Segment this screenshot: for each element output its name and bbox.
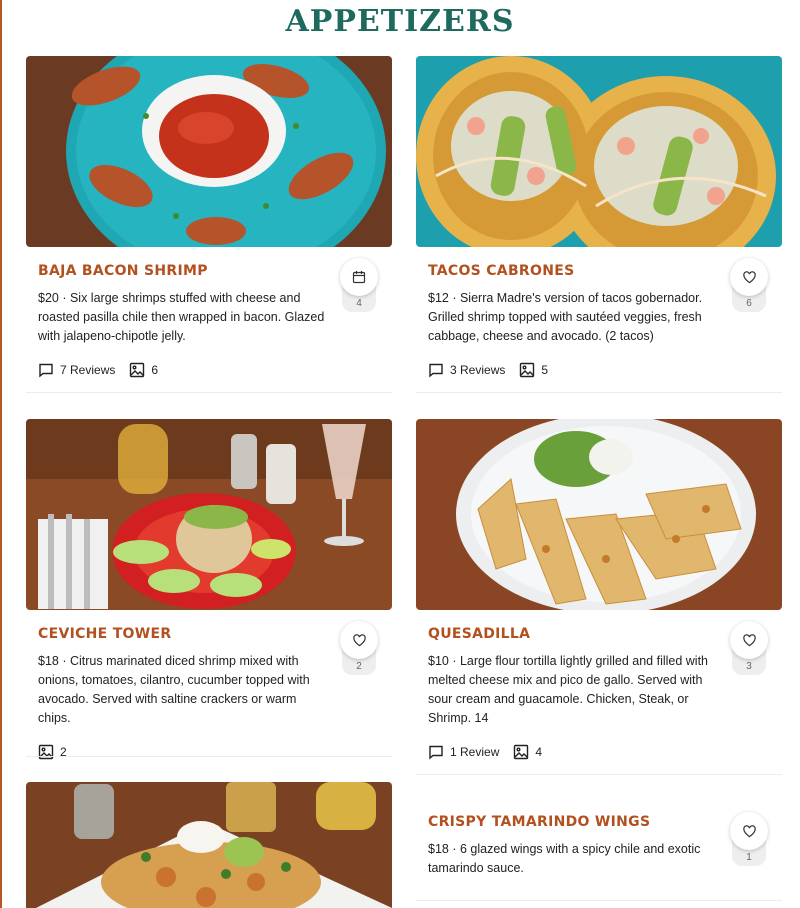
item-name[interactable]: CEVICHE TOWER: [38, 626, 380, 646]
photos-count: 5: [541, 363, 549, 377]
item-meta: 7 Reviews 6: [38, 362, 380, 378]
menu-item-card[interactable]: CEVICHE TOWER $18 · Citrus marinated dic…: [26, 419, 392, 760]
favorite-widget: 6: [730, 258, 768, 316]
image-icon: [514, 744, 529, 760]
reviews-link[interactable]: 1 Review: [428, 744, 499, 760]
photos-link[interactable]: 2: [38, 744, 67, 760]
favorite-widget: 3: [730, 621, 768, 679]
item-photo[interactable]: [26, 782, 392, 908]
item-name[interactable]: TACOS CABRONES: [428, 263, 770, 283]
image-icon: [130, 362, 145, 378]
favorite-widget: 1: [730, 812, 768, 870]
item-photo[interactable]: [416, 419, 782, 610]
favorite-button[interactable]: [730, 258, 768, 296]
photos-link[interactable]: 6: [129, 362, 158, 378]
section-title: APPETIZERS: [285, 4, 515, 39]
favorite-button[interactable]: [340, 621, 378, 659]
menu-item-card[interactable]: QUESADILLA $10 · Large flour tortilla li…: [416, 419, 782, 760]
item-meta: 3 Reviews 5: [428, 362, 770, 378]
heart-icon: [742, 825, 756, 838]
favorite-button[interactable]: [730, 621, 768, 659]
menu-item-card[interactable]: [26, 782, 392, 908]
left-accent-rule: [0, 0, 2, 908]
comment-icon: [429, 363, 443, 378]
item-name[interactable]: CRISPY TAMARINDO WINGS: [428, 814, 770, 834]
reviews-link[interactable]: 7 Reviews: [38, 362, 115, 378]
image-icon: [38, 744, 54, 760]
photos-link[interactable]: 4: [513, 744, 542, 760]
item-description: $10 · Large flour tortilla lightly grill…: [428, 654, 709, 725]
item-description: $18 · Citrus marinated diced shrimp mixe…: [38, 654, 310, 725]
calendar-icon: [352, 271, 366, 284]
favorite-widget: [344, 73, 382, 131]
image-icon: [520, 362, 535, 378]
reviews-count: 3 Reviews: [450, 363, 506, 377]
divider: [26, 756, 392, 757]
item-photo[interactable]: [26, 419, 392, 610]
divider: [26, 392, 392, 393]
item-photo[interactable]: [416, 56, 782, 247]
photos-count: 6: [151, 363, 159, 377]
item-name[interactable]: BAJA BACON SHRIMP: [38, 263, 380, 283]
item-description: $12 · Sierra Madre's version of tacos go…: [428, 291, 703, 343]
comment-icon: [429, 745, 443, 760]
reviews-count: 1 Review: [450, 745, 500, 759]
comment-icon: [39, 363, 53, 378]
favorite-widget: 2: [340, 621, 378, 679]
item-photo[interactable]: [26, 56, 392, 247]
reviews-count: 7 Reviews: [60, 363, 116, 377]
divider: [416, 392, 782, 393]
heart-icon: [352, 634, 366, 647]
divider: [416, 774, 782, 775]
menu-item-card[interactable]: BAJA BACON SHRIMP $20 · Six large shrimp…: [26, 56, 392, 378]
favorite-widget: 4: [340, 258, 378, 316]
favorite-button[interactable]: [340, 258, 378, 296]
item-meta: 1 Review 4: [428, 744, 770, 760]
reviews-link[interactable]: 3 Reviews: [428, 362, 505, 378]
item-name[interactable]: QUESADILLA: [428, 626, 770, 646]
heart-icon: [742, 634, 756, 647]
photos-link[interactable]: 5: [519, 362, 548, 378]
heart-icon: [742, 271, 756, 284]
item-description: $18 · 6 glazed wings with a spicy chile …: [428, 842, 701, 875]
menu-item-card[interactable]: TACOS CABRONES $12 · Sierra Madre's vers…: [416, 56, 782, 378]
divider: [416, 900, 782, 901]
favorite-button[interactable]: [730, 812, 768, 850]
menu-item-card[interactable]: CRISPY TAMARINDO WINGS $18 · 6 glazed wi…: [416, 798, 782, 878]
photos-count: 4: [535, 745, 543, 759]
item-meta: 2: [38, 744, 380, 760]
item-description: $20 · Six large shrimps stuffed with che…: [38, 291, 325, 343]
